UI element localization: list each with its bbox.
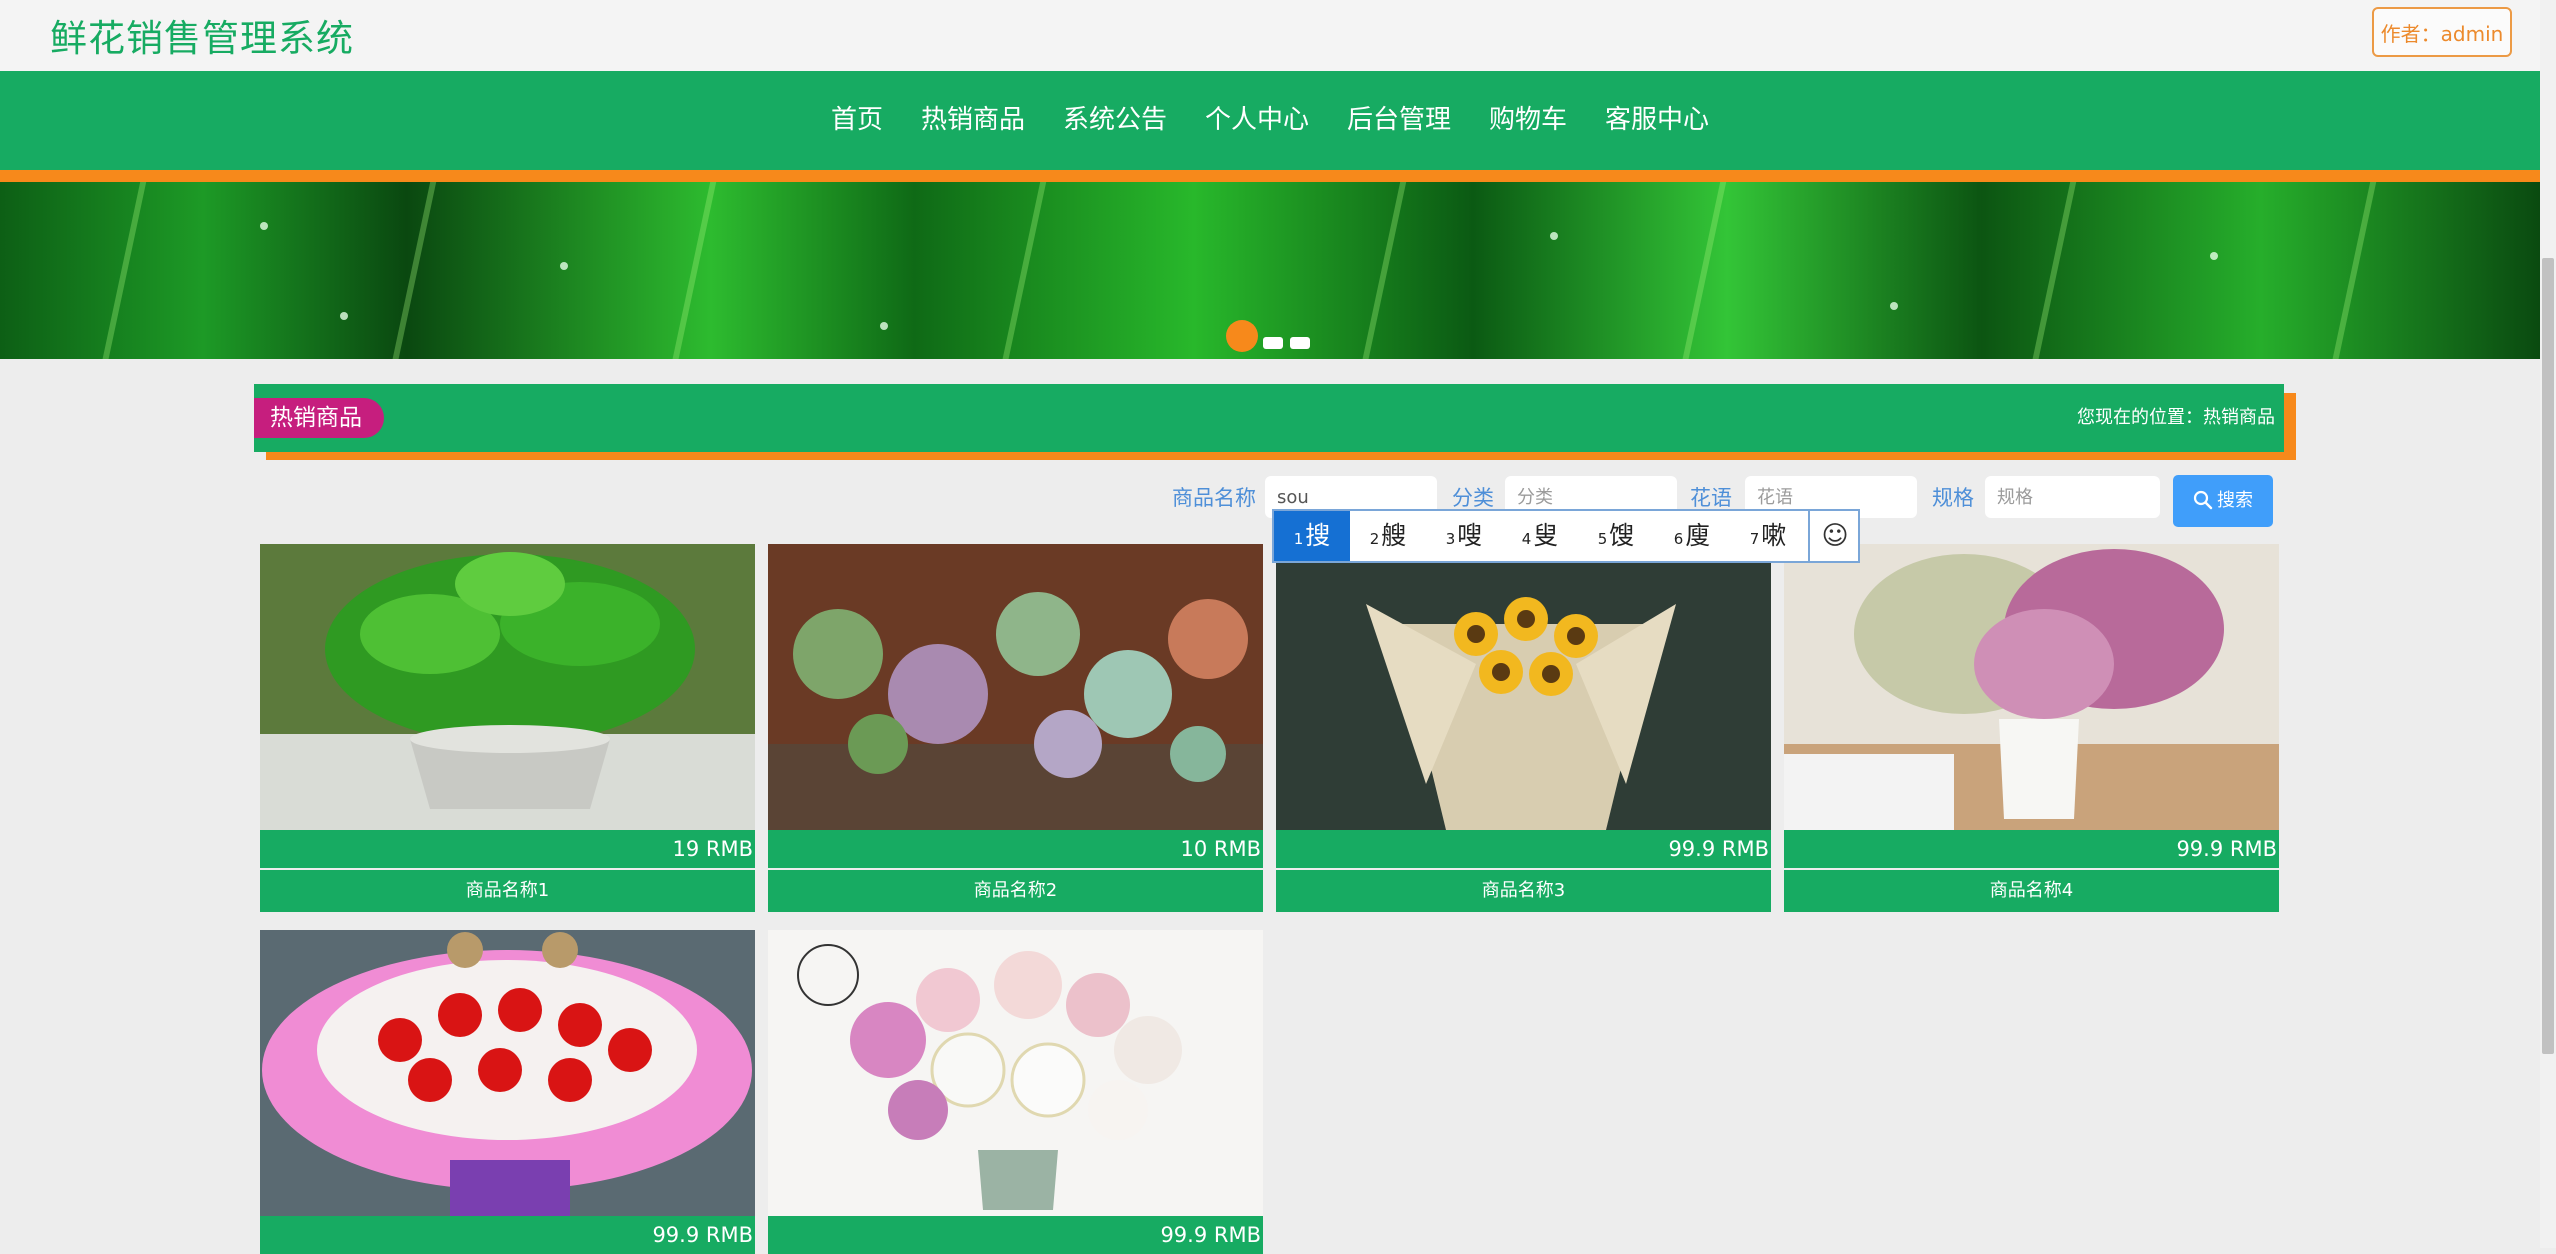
nav-item-announcements[interactable]: 系统公告 bbox=[1063, 99, 1167, 136]
ime-candidate[interactable]: 3嗖 bbox=[1426, 511, 1502, 561]
search-button[interactable]: 搜索 bbox=[2173, 475, 2273, 527]
search-icon bbox=[2193, 490, 2213, 510]
author-badge[interactable]: 作者：admin bbox=[2372, 7, 2512, 57]
product-name[interactable]: 商品名称3 bbox=[1276, 870, 1771, 912]
ime-candidate[interactable]: 5馊 bbox=[1578, 511, 1654, 561]
product-image-statice-vase[interactable] bbox=[1784, 544, 2279, 830]
main-nav: 首页 热销商品 系统公告 个人中心 后台管理 购物车 客服中心 bbox=[0, 71, 2540, 182]
banner-carousel[interactable] bbox=[0, 182, 2540, 359]
smiley-icon[interactable]: ☺ bbox=[1808, 511, 1860, 561]
product-name[interactable]: 商品名称4 bbox=[1784, 870, 2279, 912]
product-name-label: 商品名称 bbox=[1172, 486, 1256, 510]
section-title: 热销商品 bbox=[254, 398, 384, 438]
product-name[interactable]: 商品名称2 bbox=[768, 870, 1263, 912]
ime-candidate[interactable]: 7嗽 bbox=[1730, 511, 1806, 561]
carousel-dot[interactable] bbox=[1263, 337, 1283, 349]
nav-item-personal-center[interactable]: 个人中心 bbox=[1205, 99, 1309, 136]
nav-item-cart[interactable]: 购物车 bbox=[1489, 99, 1567, 136]
breadcrumb: 您现在的位置：热销商品 bbox=[2077, 407, 2275, 428]
nav-item-home[interactable]: 首页 bbox=[831, 99, 883, 136]
nav-item-admin[interactable]: 后台管理 bbox=[1347, 99, 1451, 136]
product-price: 99.9 RMB bbox=[260, 1216, 755, 1254]
product-price: 99.9 RMB bbox=[1784, 830, 2279, 868]
product-image-roses-bouquet[interactable] bbox=[260, 930, 755, 1216]
top-bar bbox=[0, 0, 2540, 71]
product-price: 10 RMB bbox=[768, 830, 1263, 868]
product-image-mixed-flowers[interactable] bbox=[768, 930, 1263, 1216]
ime-candidate-popup: 1搜 2艘 3嗖 4叟 5馊 6廋 7嗽 ☺ bbox=[1272, 509, 1860, 563]
product-price: 99.9 RMB bbox=[1276, 830, 1771, 868]
scrollbar-thumb[interactable] bbox=[2542, 258, 2554, 1054]
carousel-dot[interactable] bbox=[1290, 337, 1310, 349]
nav-item-hot-products[interactable]: 热销商品 bbox=[921, 99, 1025, 136]
spec-label: 规格 bbox=[1932, 486, 1974, 510]
carousel-dot-active[interactable] bbox=[1226, 320, 1258, 352]
spec-input[interactable] bbox=[1985, 476, 2160, 518]
product-image-sunflowers[interactable] bbox=[1276, 544, 1771, 830]
ime-candidate[interactable]: 4叟 bbox=[1502, 511, 1578, 561]
ime-candidate[interactable]: 6廋 bbox=[1654, 511, 1730, 561]
ime-candidate[interactable]: 2艘 bbox=[1350, 511, 1426, 561]
product-image-succulents[interactable] bbox=[768, 544, 1263, 830]
search-button-label: 搜索 bbox=[2217, 490, 2253, 511]
nav-item-customer-service[interactable]: 客服中心 bbox=[1605, 99, 1709, 136]
ime-candidate[interactable]: 1搜 bbox=[1274, 511, 1350, 561]
section-header bbox=[254, 384, 2284, 452]
product-name[interactable]: 商品名称1 bbox=[260, 870, 755, 912]
product-image-pothos[interactable] bbox=[260, 544, 755, 830]
product-price: 19 RMB bbox=[260, 830, 755, 868]
site-title: 鲜花销售管理系统 bbox=[50, 17, 354, 60]
product-price: 99.9 RMB bbox=[768, 1216, 1263, 1254]
